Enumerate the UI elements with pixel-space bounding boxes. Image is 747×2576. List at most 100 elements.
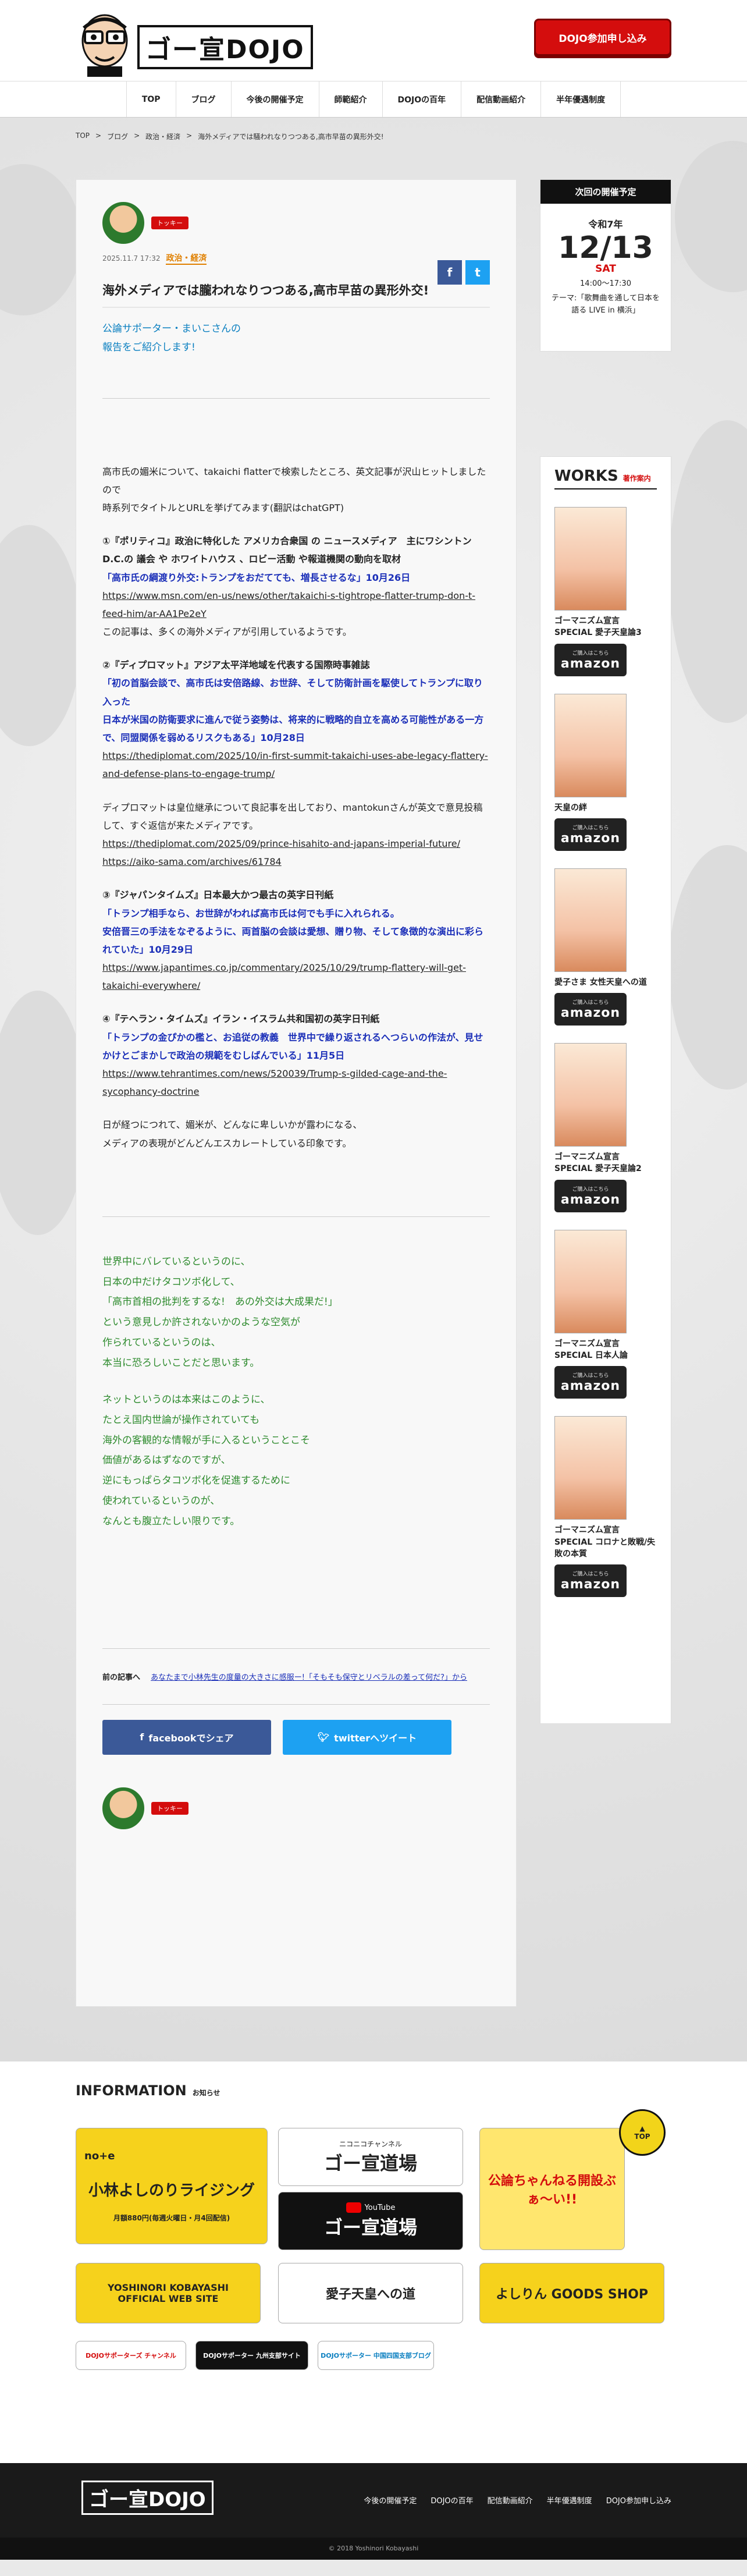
main-nav: TOP ブログ 今後の開催予定 師範紹介 DOJOの百年 配信動画紹介 半年優遇… [0, 81, 747, 118]
share-icons: f t [437, 260, 490, 285]
nav-item-masters[interactable]: 師範紹介 [319, 81, 383, 117]
author-row: トッキー [102, 202, 490, 244]
blog-article: トッキー 2025.11.7 17:32 政治・経済 f t 海外メディアでは朧… [76, 179, 517, 2007]
amazon-button[interactable]: ご購入はこちら amazon [554, 1366, 627, 1399]
section-diplomat: ②『ディプロマット』アジア太平洋地域を代表する国際時事雑誌 「初の首脳会談で、高… [102, 659, 488, 780]
article-body: 高市氏の媚米について、takaichi flatterで検索したところ、英文記事… [102, 463, 490, 1152]
post-date: 2025.11.7 17:32 [102, 254, 161, 262]
book-title: ゴーマニズム宣言SPECIAL 愛子天皇論2 [554, 1152, 642, 1174]
scroll-to-top-button[interactable]: ▲ TOP [619, 2109, 666, 2156]
chugoku-supporters-banner[interactable]: DOJOサポーター 中国四国支部ブログ [318, 2341, 434, 2370]
footer-nav-history[interactable]: DOJOの百年 [431, 2495, 473, 2506]
nav-item-top[interactable]: TOP [126, 81, 176, 117]
kyushu-supporters-banner[interactable]: DOJOサポーター 九州支部サイト [195, 2341, 308, 2370]
article-link[interactable]: https://www.japantimes.co.jp/commentary/… [102, 962, 466, 991]
author-tag[interactable]: トッキー [151, 217, 188, 229]
join-dojo-button[interactable]: DOJO参加申し込み [534, 19, 671, 56]
nav-item-videos[interactable]: 配信動画紹介 [461, 81, 542, 117]
breadcrumb-category[interactable]: 政治・経済 [145, 132, 180, 141]
book-cover[interactable] [554, 1043, 627, 1147]
breadcrumb-top[interactable]: TOP [76, 132, 90, 141]
nav-item-priority[interactable]: 半年優遇制度 [541, 81, 621, 117]
section-japantimes: ③『ジャパンタイムズ』日本最大かつ最古の英字日刊紙 「トランプ相手なら、お世辞が… [102, 889, 484, 992]
bg-illustration [669, 420, 747, 723]
divider [102, 398, 490, 399]
author-row-bottom: トッキー [102, 1787, 490, 1829]
author-avatar[interactable] [102, 202, 144, 244]
twitter-icon: 🐦︎ [317, 1731, 330, 1743]
article-link[interactable]: https://www.tehrantimes.com/news/520039/… [102, 1068, 447, 1097]
note-logo: no+e [84, 2149, 115, 2162]
works-box: WORKS 著作案内 ゴーマニズム宣言SPECIAL 愛子天皇論3 ご購入はこちら a… [540, 456, 671, 1724]
book-cover[interactable] [554, 1416, 627, 1520]
divider [102, 1648, 490, 1649]
author-tag[interactable]: トッキー [151, 1801, 188, 1815]
event-date: 12/13 [558, 230, 653, 265]
event-heading: 次回の開催予定 [540, 180, 671, 204]
works-title: WORKS 著作案内 [554, 467, 657, 489]
youtube-banner[interactable]: YouTube ゴー宣道場 [278, 2192, 463, 2250]
supporters-channel-banner[interactable]: DOJOサポーターズ チャンネル [76, 2341, 186, 2370]
book-cover[interactable] [554, 693, 627, 797]
amazon-button[interactable]: ご購入はこちら amazon [554, 1179, 627, 1212]
site-header: ゴー宣DOJO DOJO参加申し込み [0, 0, 747, 81]
facebook-icon[interactable]: f [437, 260, 462, 285]
article-comment: 世界中にバレているというのに、 日本の中だけタコツボ化して、 「高市首相の批判を… [102, 1255, 338, 1527]
facebook-icon: f [140, 1731, 144, 1743]
goods-shop-banner[interactable]: よしりん GOODS SHOP [479, 2263, 664, 2323]
rising-banner[interactable]: no+e 小林よしのりライジング 月額880円(毎週火曜日・月4回配信) [76, 2128, 268, 2244]
footer-logo[interactable]: ゴー宣DOJO [81, 2481, 214, 2515]
book-title: ゴーマニズム宣言SPECIAL 愛子天皇論3 [554, 616, 642, 638]
book-title: 天皇の絆 [554, 803, 587, 812]
nav-item-schedule[interactable]: 今後の開催予定 [232, 81, 319, 117]
footer-nav-priority[interactable]: 半年優遇制度 [547, 2495, 592, 2506]
breadcrumb-current: 海外メディアでは騒われなりつつある,高市早苗の異形外交! [198, 133, 384, 141]
next-event-box[interactable]: 次回の開催予定 令和7年 12/13 SAT 14:00〜17:30 テーマ:「… [540, 179, 671, 352]
facebook-share-button[interactable]: f facebookでシェア [102, 1719, 271, 1755]
article-link[interactable]: https://www.msn.com/en-us/news/other/tak… [102, 590, 475, 619]
koron-channel-banner[interactable]: 公論ちゃんねる開設ぶぁ〜い!! [479, 2128, 625, 2250]
book-title: 愛子さま 女性天皇への道 [554, 977, 647, 987]
copyright: © 2018 Yoshinori Kobayashi [0, 2538, 747, 2560]
article-link[interactable]: https://aiko-sama.com/archives/61784 [102, 856, 282, 867]
work-item: 天皇の絆ご購入はこちら amazon [554, 693, 657, 851]
breadcrumb-blog[interactable]: ブログ [107, 132, 128, 141]
author-avatar[interactable] [102, 1787, 144, 1829]
share-buttons: f facebookでシェア 🐦︎ twitterへツイート [102, 1719, 490, 1755]
work-item: ゴーマニズム宣言SPECIAL コロナと敗戦/失敗の本質 ご購入はこちら amazo… [554, 1416, 657, 1598]
book-title: ゴーマニズム宣言SPECIAL コロナと敗戦/失敗の本質 [554, 1525, 656, 1559]
site-logo[interactable]: ゴー宣DOJO [76, 10, 313, 77]
footer-nav-schedule[interactable]: 今後の開催予定 [364, 2495, 417, 2506]
twitter-share-button[interactable]: 🐦︎ twitterへツイート [283, 1719, 451, 1755]
prev-post: 前の記事へ あなたまで小林先生の度量の大きさに感服ー!「そもそも保守とリベラルの… [102, 1673, 467, 1682]
twitter-icon[interactable]: t [465, 260, 490, 285]
site-footer: ゴー宣DOJO 今後の開催予定 DOJOの百年 配信動画紹介 半年優遇制度 DO… [0, 2463, 747, 2560]
book-title: ゴーマニズム宣言SPECIAL 日本人論 [554, 1339, 628, 1361]
bg-illustration [669, 845, 747, 1090]
youtube-icon: YouTube [346, 2202, 395, 2213]
amazon-button[interactable]: ご購入はこちら amazon [554, 643, 627, 676]
amazon-button[interactable]: ご購入はこちら amazon [554, 993, 627, 1026]
book-cover[interactable] [554, 507, 627, 611]
article-link[interactable]: https://thediplomat.com/2025/09/prince-h… [102, 838, 460, 849]
niconico-banner[interactable]: ニコニコチャンネル ゴー宣道場 [278, 2128, 463, 2186]
footer-nav-join[interactable]: DOJO参加申し込み [606, 2495, 671, 2506]
footer-nav-videos[interactable]: 配信動画紹介 [488, 2495, 533, 2506]
prev-post-link[interactable]: あなたまで小林先生の度量の大きさに感服ー!「そもそも保守とリベラルの差って何だ?… [151, 1673, 467, 1682]
bg-illustration [0, 164, 81, 315]
nav-item-blog[interactable]: ブログ [176, 81, 232, 117]
article-link[interactable]: https://thediplomat.com/2025/10/in-first… [102, 750, 488, 779]
category-badge[interactable]: 政治・経済 [166, 252, 207, 265]
book-cover[interactable] [554, 1229, 627, 1333]
footer-nav: 今後の開催予定 DOJOの百年 配信動画紹介 半年優遇制度 DOJO参加申し込み [364, 2495, 671, 2506]
official-site-banner[interactable]: YOSHINORI KOBAYASHI OFFICIAL WEB SITE [76, 2263, 261, 2323]
amazon-button[interactable]: ご購入はこちら amazon [554, 1564, 627, 1598]
book-cover[interactable] [554, 868, 627, 972]
work-item: 愛子さま 女性天皇への道ご購入はこちら amazon [554, 868, 657, 1026]
work-item: ゴーマニズム宣言SPECIAL 愛子天皇論2 ご購入はこちら amazon [554, 1043, 657, 1212]
nav-item-history[interactable]: DOJOの百年 [383, 81, 462, 117]
aiko-banner[interactable]: 愛子天皇への道 [278, 2263, 463, 2323]
amazon-button[interactable]: ご購入はこちら amazon [554, 818, 627, 851]
logo-mascot-icon [76, 10, 134, 77]
bg-illustration [675, 141, 747, 292]
